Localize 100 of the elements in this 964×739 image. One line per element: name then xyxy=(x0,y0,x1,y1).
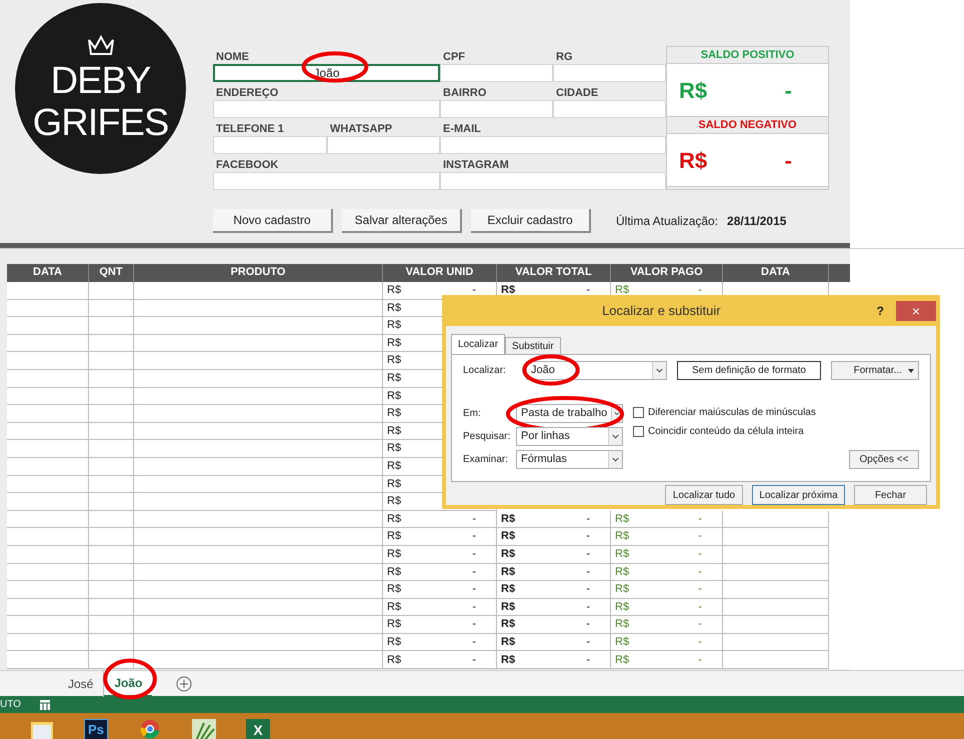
currency-text: R$ xyxy=(501,600,516,615)
value-text: - xyxy=(472,546,477,562)
value-text: - xyxy=(586,617,591,632)
format-preview: Sem definição de formato xyxy=(677,361,821,380)
currency-text: R$ xyxy=(387,494,402,510)
currency-text: R$ xyxy=(387,564,402,580)
value-text: - xyxy=(586,600,591,615)
currency-text: R$ xyxy=(615,617,630,632)
currency-text: R$ xyxy=(387,512,402,527)
dropdown-field[interactable]: Pasta de trabalho xyxy=(516,404,623,423)
field-label: WHATSAPP xyxy=(329,122,394,136)
currency-text: R$ xyxy=(501,582,516,598)
currency-text: R$ xyxy=(615,512,630,527)
currency-text: R$ xyxy=(615,634,630,650)
currency-text: R$ xyxy=(501,283,516,298)
value-text: - xyxy=(586,546,591,562)
field-label: E-MAIL xyxy=(442,122,482,136)
value-text: - xyxy=(586,634,591,650)
value-text: - xyxy=(698,582,703,598)
field-label: TELEFONE 1 xyxy=(215,122,285,136)
form-button[interactable]: Novo cadastro xyxy=(213,209,333,233)
help-button[interactable]: ? xyxy=(876,302,884,320)
format-button[interactable]: Formatar... xyxy=(831,361,919,380)
option-label: Em: xyxy=(463,407,482,421)
dialog-tab[interactable]: Localizar xyxy=(451,334,506,354)
currency-text: R$ xyxy=(501,546,516,562)
field-label: BAIRRO xyxy=(442,86,488,100)
logo-text: GRIFES xyxy=(32,102,168,144)
value-text: - xyxy=(472,582,477,598)
value-text: - xyxy=(586,529,591,544)
currency-text: R$ xyxy=(501,617,516,632)
field-label: ENDEREÇO xyxy=(215,86,280,100)
currency-text: R$ xyxy=(501,564,516,580)
currency-text: R$ xyxy=(387,318,402,334)
currency-text: R$ xyxy=(387,582,402,598)
currency-text: R$ xyxy=(387,353,402,368)
currency-text: R$ xyxy=(615,582,630,598)
value-text: - xyxy=(698,600,703,615)
currency-text: R$ xyxy=(501,512,516,527)
currency-text: R$ xyxy=(387,336,402,351)
currency-text: R$ xyxy=(615,564,630,580)
currency-text: R$ xyxy=(387,441,402,456)
dialog-button[interactable]: Localizar tudo xyxy=(665,485,743,505)
currency-text: R$ xyxy=(387,600,402,615)
currency-text: R$ xyxy=(387,546,402,562)
option-label: Pesquisar: xyxy=(463,430,512,444)
photoshop-icon[interactable]: Ps xyxy=(84,719,108,739)
find-label: Localizar: xyxy=(463,364,507,378)
form-button[interactable]: Salvar alterações xyxy=(342,209,462,233)
field-label: INSTAGRAM xyxy=(442,158,510,172)
currency-text: R$ xyxy=(615,283,630,298)
field-label: NOME xyxy=(215,50,250,64)
currency-text: R$ xyxy=(679,146,708,174)
balance-value: - xyxy=(784,76,793,104)
value-text: - xyxy=(698,283,703,298)
value-text: - xyxy=(698,564,703,580)
value-text: - xyxy=(698,546,703,562)
value-text: - xyxy=(472,652,477,668)
currency-text: R$ xyxy=(501,634,516,650)
value-text: - xyxy=(472,600,477,615)
status-text: UTO xyxy=(0,698,21,712)
checkbox-label: Diferenciar maiúsculas de minúsculas xyxy=(648,406,816,420)
form-button[interactable]: Excluir cadastro xyxy=(471,209,591,233)
excel-icon[interactable]: X xyxy=(246,719,270,739)
field-label: CPF xyxy=(442,50,466,64)
currency-text: R$ xyxy=(615,652,630,668)
dropdown-field[interactable]: Fórmulas xyxy=(516,450,623,469)
dropdown-field[interactable]: Por linhas xyxy=(516,427,623,446)
dialog-tab[interactable]: Substituir xyxy=(505,337,561,354)
currency-text: R$ xyxy=(387,634,402,650)
currency-text: R$ xyxy=(387,617,402,632)
option-label: Examinar: xyxy=(463,453,510,467)
value-text: - xyxy=(698,652,703,668)
currency-text: R$ xyxy=(387,371,402,386)
value-text: - xyxy=(698,529,703,544)
currency-text: R$ xyxy=(387,424,402,439)
dialog-title: Localizar e substituir xyxy=(601,302,722,320)
currency-text: R$ xyxy=(501,529,516,544)
last-update-date: 28/11/2015 xyxy=(727,213,786,230)
currency-text: R$ xyxy=(615,529,630,544)
balance-value: - xyxy=(784,146,793,174)
currency-text: R$ xyxy=(387,652,402,668)
value-text: - xyxy=(586,283,591,298)
logo-text: DEBY xyxy=(50,60,150,102)
close-button[interactable]: × xyxy=(896,301,936,321)
currency-text: R$ xyxy=(387,388,402,404)
value-text: - xyxy=(472,512,477,527)
options-button[interactable]: Opções << xyxy=(849,450,919,469)
dialog-button[interactable]: Fechar xyxy=(854,485,927,505)
value-text: - xyxy=(472,617,477,632)
dialog-button[interactable]: Localizar próxima xyxy=(752,485,845,505)
currency-text: R$ xyxy=(615,600,630,615)
value-text: - xyxy=(698,512,703,527)
value-text: - xyxy=(472,529,477,544)
checkbox-label: Coincidir conteúdo da célula inteira xyxy=(648,425,804,439)
value-text: - xyxy=(698,634,703,650)
currency-text: R$ xyxy=(387,476,402,492)
field-label: RG xyxy=(555,50,574,64)
dropdown-field[interactable]: João xyxy=(526,361,667,380)
currency-text: R$ xyxy=(679,76,708,104)
